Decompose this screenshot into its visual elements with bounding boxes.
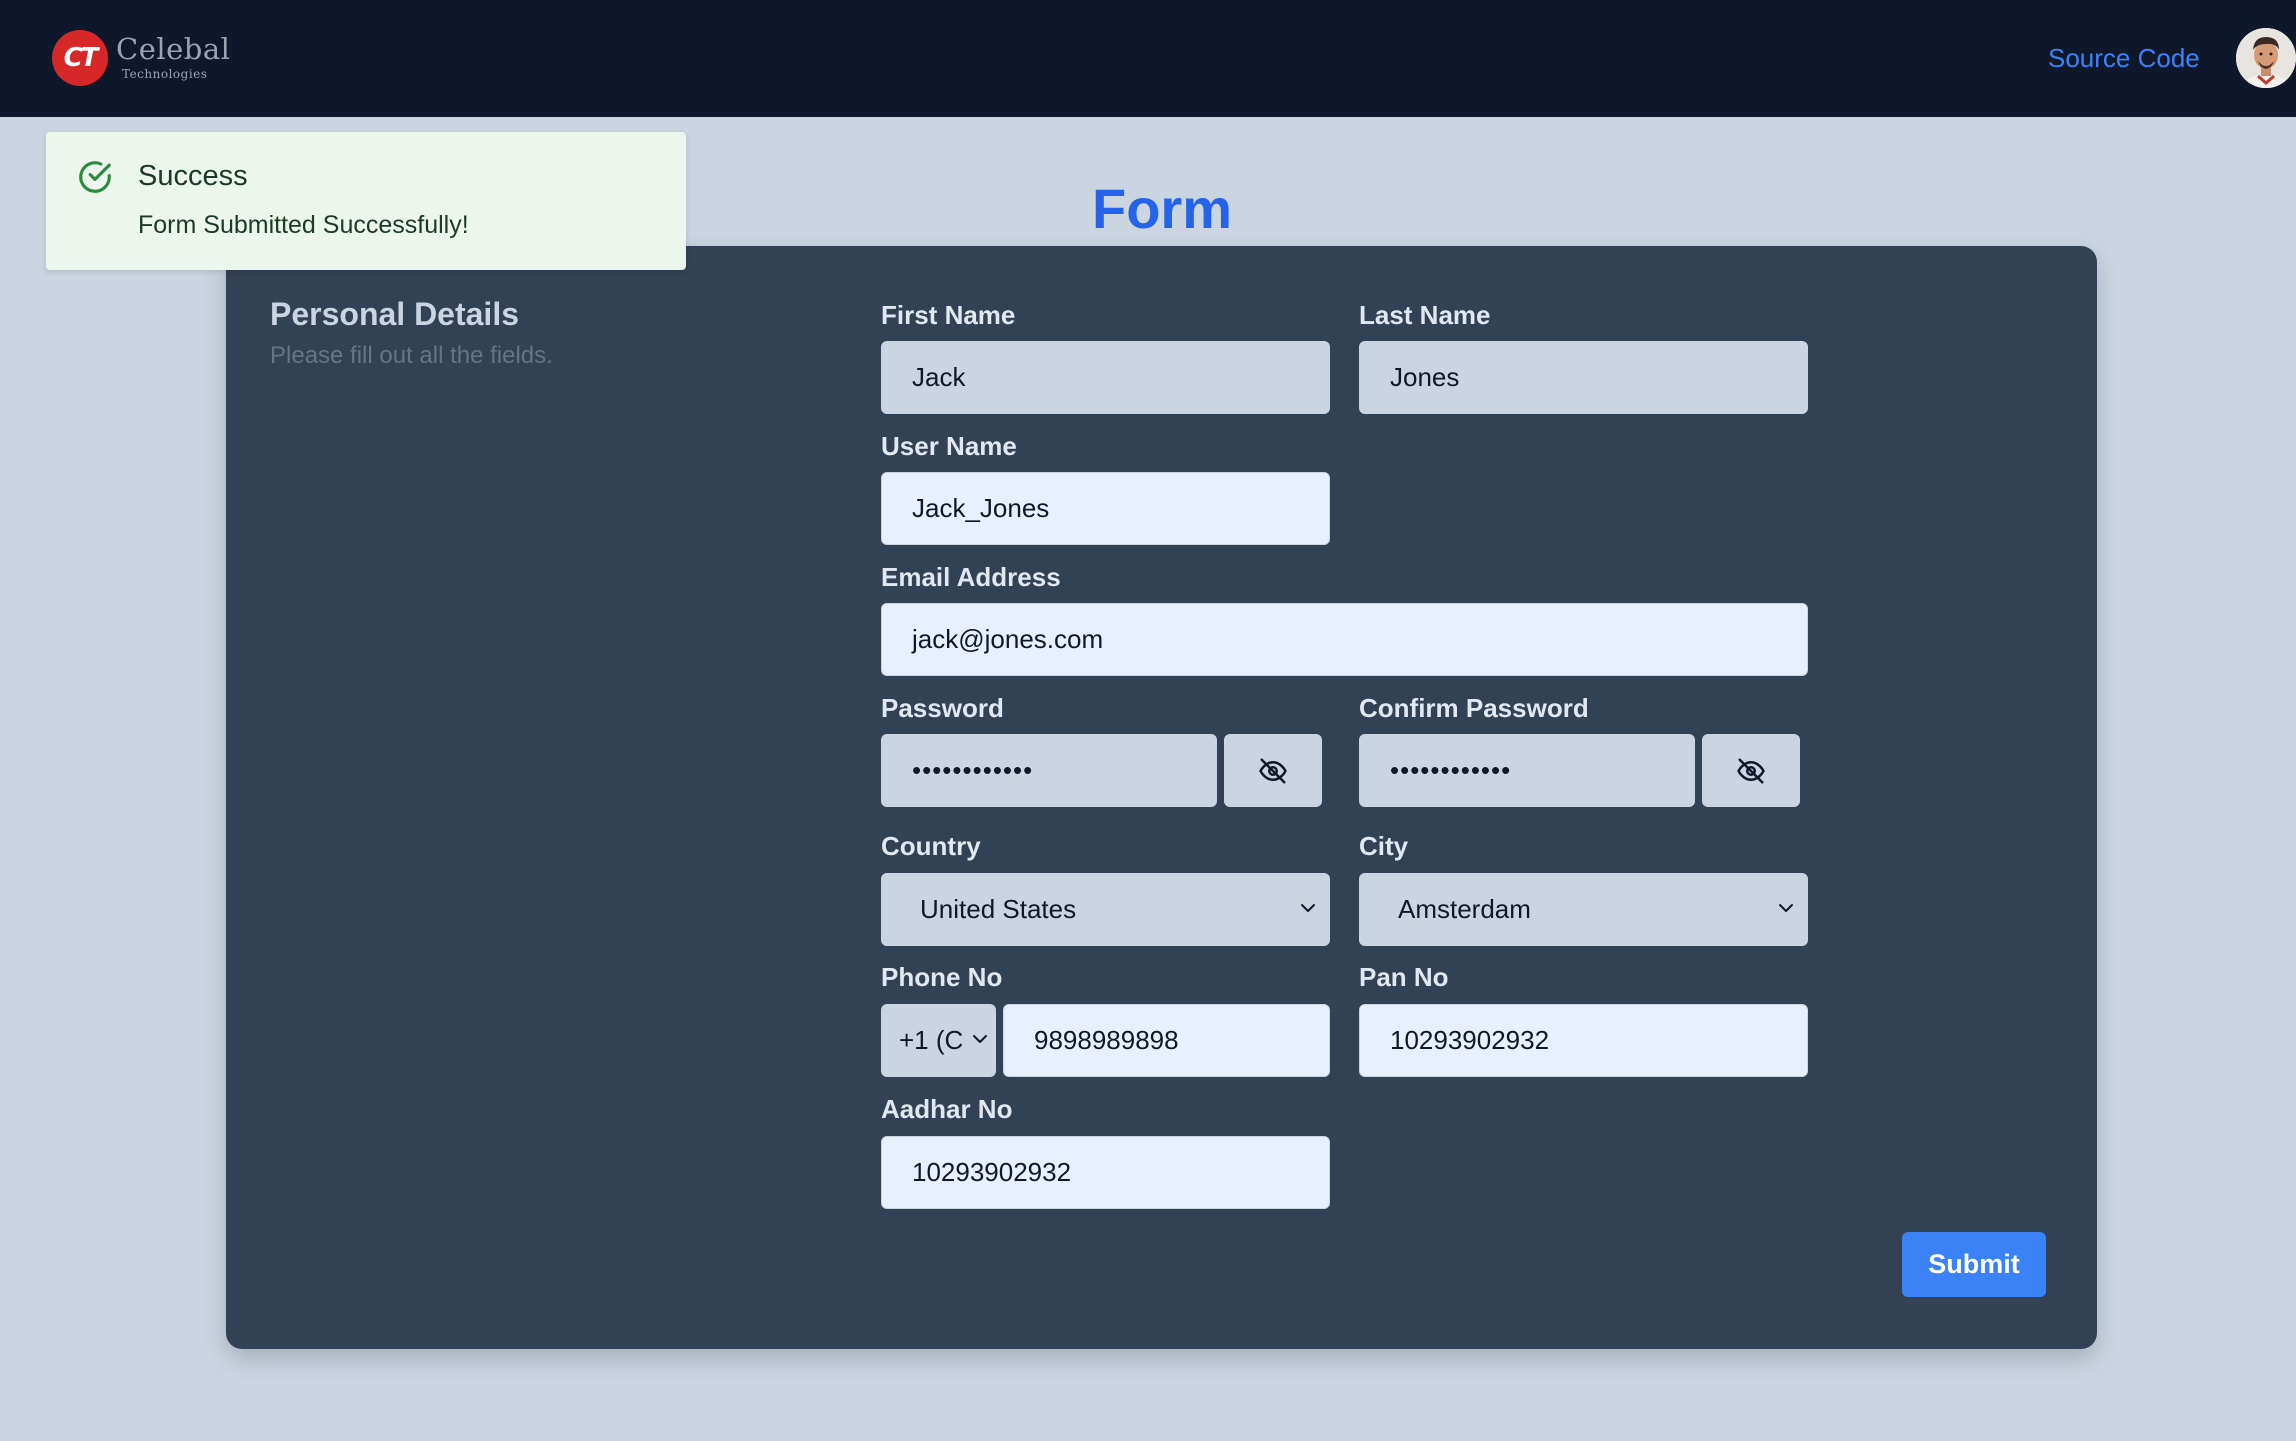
country-selected-value: United States <box>920 894 1077 924</box>
pan-label: Pan No <box>1359 962 1449 992</box>
top-navbar: CT Celebal Technologies Source Code <box>0 0 2296 117</box>
form-card: Personal Details Please fill out all the… <box>226 246 2097 1349</box>
chevron-down-icon <box>1301 904 1315 912</box>
confirm-password-visibility-toggle[interactable] <box>1702 734 1800 807</box>
country-select[interactable]: United States <box>881 873 1330 946</box>
confirm-password-input[interactable]: •••••••••••• <box>1359 734 1695 807</box>
phone-code-value: +1 (C <box>899 1025 964 1055</box>
chevron-down-icon <box>973 1035 987 1043</box>
logo-name: Celebal <box>116 32 231 66</box>
city-select[interactable]: Amsterdam <box>1359 873 1808 946</box>
user-name-input[interactable]: Jack_Jones <box>881 472 1330 545</box>
success-toast: Success Form Submitted Successfully! <box>46 132 686 270</box>
city-selected-value: Amsterdam <box>1398 894 1531 924</box>
last-name-input[interactable]: Jones <box>1359 341 1808 414</box>
user-name-label: User Name <box>881 431 1017 461</box>
section-title: Personal Details <box>270 296 519 332</box>
phone-country-code-select[interactable]: +1 (C <box>881 1004 996 1077</box>
password-label: Password <box>881 693 1004 723</box>
confirm-password-label: Confirm Password <box>1359 693 1589 723</box>
first-name-input[interactable]: Jack <box>881 341 1330 414</box>
avatar-image <box>2236 28 2296 88</box>
aadhar-input[interactable]: 10293902932 <box>881 1136 1330 1209</box>
submit-button[interactable]: Submit <box>1902 1232 2046 1297</box>
chevron-down-icon <box>1779 904 1793 912</box>
source-code-link[interactable]: Source Code <box>2048 41 2200 75</box>
country-label: Country <box>881 831 981 861</box>
logo-subtitle: Technologies <box>122 67 208 81</box>
celebal-logo[interactable]: CT Celebal Technologies <box>52 28 232 88</box>
section-subtitle: Please fill out all the fields. <box>270 342 553 369</box>
check-circle-icon <box>76 158 114 196</box>
first-name-label: First Name <box>881 300 1016 330</box>
last-name-label: Last Name <box>1359 300 1491 330</box>
email-label: Email Address <box>881 562 1061 592</box>
aadhar-label: Aadhar No <box>881 1094 1013 1124</box>
user-avatar[interactable] <box>2236 28 2296 88</box>
password-input[interactable]: •••••••••••• <box>881 734 1217 807</box>
eye-off-icon <box>1259 758 1287 784</box>
logo-mark: CT <box>52 30 108 86</box>
password-visibility-toggle[interactable] <box>1224 734 1322 807</box>
phone-label: Phone No <box>881 962 1003 992</box>
email-input[interactable]: jack@jones.com <box>881 603 1808 676</box>
pan-input[interactable]: 10293902932 <box>1359 1004 1808 1077</box>
city-label: City <box>1359 831 1409 861</box>
eye-off-icon <box>1737 758 1765 784</box>
phone-number-input[interactable]: 9898989898 <box>1003 1004 1330 1077</box>
toast-title: Success <box>138 160 248 192</box>
toast-message: Form Submitted Successfully! <box>138 211 469 239</box>
